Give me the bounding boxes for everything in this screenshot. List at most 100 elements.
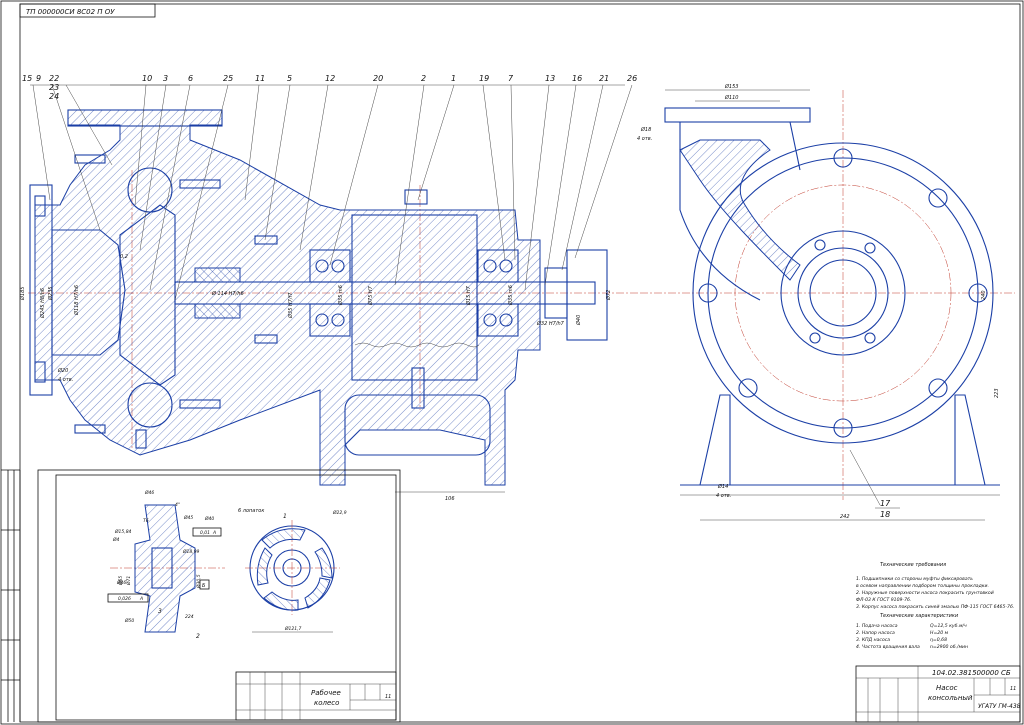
dim-text: Ø46: [144, 489, 154, 496]
dim-text: 240: [981, 290, 987, 300]
dim-text: Ø35 m6: [507, 285, 514, 306]
organization: УГАТУ ГМ-438: [978, 703, 1021, 710]
dim-text: 0,2: [120, 254, 128, 260]
dim-text: 2: [196, 633, 200, 640]
detail-title-name: колесо: [314, 699, 339, 707]
dim-text: Ø14: [717, 483, 728, 490]
characteristic-label: 3. КПД насоса: [856, 637, 890, 643]
dim-text: 6 лопаток: [238, 508, 264, 514]
dim-text: Ø50: [124, 617, 134, 624]
characteristic-value: n=2900 об./мин: [930, 644, 968, 650]
pos-label: 15: [22, 74, 32, 83]
main-section-view: 15 9 22 23 24 10 3 6 25 11 5 12 20 2 1 1…: [19, 74, 640, 502]
dim-text: 242: [840, 514, 850, 520]
dim-text: Ø40: [575, 315, 582, 326]
characteristic-label: 2. Напор насоса: [856, 630, 895, 636]
technical-requirements: Технические требования 1. Подшипники со …: [856, 562, 1014, 650]
pos-label: 22: [49, 74, 59, 83]
pos-label: 1: [451, 74, 456, 83]
pos-label: 10: [142, 74, 152, 83]
dim-text: 224: [185, 614, 194, 620]
impeller-front-view: 6 лопаток 1 Ø22,9 Ø121,7: [238, 508, 347, 633]
dim-text: Ø15 Н7: [465, 285, 472, 306]
impeller-section: Ø46 4° Ø45 Т6 Ø15,84 Ø18,99 Ø40 0,01 А Ø…: [107, 489, 225, 640]
dim-text: Ø153: [724, 83, 738, 90]
detail-sheet: Ø46 4° Ø45 Т6 Ø15,84 Ø18,99 Ø40 0,01 А Ø…: [37, 469, 401, 723]
dim-text: Т6: [143, 518, 149, 524]
discharge-flange: [664, 107, 811, 123]
dim-text: Ø20: [57, 367, 68, 374]
dim-text: 0,01: [200, 530, 210, 536]
dim-text: Ø30,5: [195, 574, 202, 589]
pos-label: 2: [421, 74, 426, 83]
dim-text: 0,026: [118, 596, 131, 602]
dim-text: 1: [283, 513, 287, 520]
dim-text: Ø185: [19, 287, 26, 301]
characteristic-value: Н=20 м: [930, 630, 949, 636]
dim-text: Ø110: [724, 94, 738, 101]
dim-text: Ø72: [605, 290, 612, 301]
characteristic-value: Q=12,5 куб.м/ч: [930, 623, 967, 629]
pos-label: 24: [49, 92, 59, 101]
pos-label: 5: [287, 74, 292, 83]
pos-label: 12: [325, 74, 335, 83]
dim-text: Ø35 m6: [337, 285, 344, 306]
characteristics: 1. Подача насоса Q=12,5 куб.м/ч 2. Напор…: [856, 623, 968, 650]
characteristic-value: η=0,68: [930, 637, 947, 643]
requirements-heading: Технические требования: [880, 562, 946, 568]
dim-text: 223: [994, 388, 1000, 398]
side-view: Ø153 Ø110 Ø18 4 отв. 240 223 Ø14 4 отв. …: [637, 83, 1015, 521]
characteristic-label: 1. Подача насоса: [856, 623, 898, 629]
dim-text: Ø15,84: [114, 528, 132, 535]
pos-label: 25: [223, 74, 233, 83]
detail-title-block: Рабочее колесо 11: [235, 671, 397, 721]
dim-text: Ø40: [204, 515, 214, 522]
requirements-line: 3. Корпус насоса покрасить синей эмалью …: [856, 604, 1014, 610]
dim-text: 4°: [175, 502, 180, 508]
pos-label: 26: [627, 74, 637, 83]
dim-text: 106: [445, 496, 455, 502]
left-margin-strips: [1, 469, 21, 722]
dim-text: Ø4: [112, 536, 120, 543]
pos-label: 17: [880, 499, 891, 508]
dim-text: Ø22,9: [332, 509, 347, 516]
dim-text: А: [139, 596, 143, 602]
dim-text: Ø75 Н7: [367, 285, 374, 306]
dim-text: Ø235: [47, 287, 54, 301]
dim-text: Ø245 Н8/h6: [39, 288, 46, 319]
position-labels: 15 9 22 23 24 10 3 6 25 11 5 12 20 2 1 1…: [22, 74, 637, 101]
dim-text: Ø46: [116, 579, 126, 586]
dim-text: 3: [158, 608, 162, 615]
pos-label: 23: [49, 83, 59, 92]
dim-text: А: [212, 530, 216, 536]
requirements-line: 1. Подшипники со стороны муфты фиксирова…: [856, 576, 973, 582]
pos-label: 7: [508, 74, 514, 83]
main-title-block: 104.02.381500000 СБ Насос консольный 11 …: [855, 665, 1021, 723]
dim-text: Ø32 Н7/h7: [536, 320, 565, 327]
coupling-half: [566, 249, 608, 341]
dim-text: 4 отв.: [637, 136, 652, 142]
dim-text: Ø35 Н7/f7: [287, 292, 294, 319]
pos-label: 6: [188, 74, 193, 83]
dim-text: Ø18: [640, 126, 651, 133]
detail-sheet-number: 11: [385, 694, 391, 700]
dim-text: Ø118 Н7/h6: [73, 285, 80, 316]
pos-label: 13: [545, 74, 555, 83]
drawing-title: консольный: [928, 694, 973, 702]
pos-label: 3: [163, 74, 168, 83]
dim-text: Б: [202, 583, 206, 589]
dim-text: Ø18,99: [182, 548, 200, 555]
requirements-line: 2. Наружные поверхности насоса покрасить…: [856, 590, 994, 596]
requirements-line: в осевом направлении подбором толщины пр…: [856, 583, 989, 589]
pos-label: 20: [373, 74, 383, 83]
drawing-code: 104.02.381500000 СБ: [932, 669, 1011, 677]
characteristic-label: 4. Частота вращения вала: [856, 644, 920, 650]
drawing-title: Насос: [936, 684, 958, 692]
sheet-number: 11: [1010, 686, 1016, 692]
dim-text: 4 отв.: [58, 377, 73, 383]
pos-label: 21: [599, 74, 609, 83]
pos-label: 11: [255, 74, 265, 83]
top-stamp: ТП 000000СИ 8С02 П ОУ: [19, 3, 156, 18]
requirements-line: ФЛ-03 К ГОСТ 9109-76.: [856, 597, 911, 603]
detail-title-name: Рабочее: [311, 689, 341, 697]
